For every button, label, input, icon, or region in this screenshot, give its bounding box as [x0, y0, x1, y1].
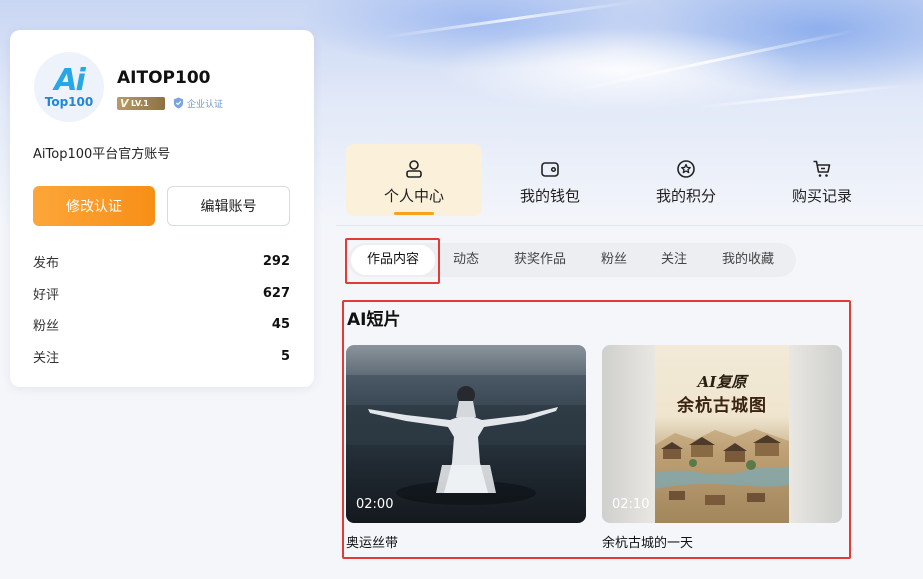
stat-label: 好评 — [33, 287, 60, 303]
nav-item-label: 我的钱包 — [519, 186, 580, 205]
nav-item-label: 个人中心 — [383, 186, 444, 205]
stat-label: 发布 — [33, 256, 60, 272]
subtab-following[interactable]: 关注 — [652, 243, 696, 277]
level-v-icon: V — [120, 97, 129, 110]
wallet-icon — [541, 161, 559, 177]
edit-account-button[interactable]: 编辑账号 — [167, 186, 290, 226]
nav-item-points[interactable]: 我的积分 — [618, 144, 754, 216]
subtab-activity[interactable]: 动态 — [444, 243, 488, 277]
profile-stats: 发布 292 好评 627 粉丝 45 关注 5 — [33, 246, 290, 372]
username: AITOP100 — [117, 68, 211, 88]
highlight-box-tab — [345, 238, 440, 284]
nav-item-purchase-history[interactable]: 购买记录 — [754, 144, 890, 216]
stat-value: 5 — [280, 348, 290, 364]
enterprise-badge: 企业认证 — [173, 96, 223, 110]
avatar-logo-subtext: Top100 — [44, 94, 94, 109]
profile-bio: AiTop100平台官方账号 — [33, 147, 171, 162]
stat-row-following[interactable]: 关注 5 — [33, 341, 290, 373]
stat-row-followers[interactable]: 粉丝 45 — [33, 309, 290, 341]
stat-value: 45 — [271, 317, 290, 333]
nav-item-label: 我的积分 — [655, 186, 716, 205]
shield-icon — [173, 97, 184, 109]
stat-label: 粉丝 — [33, 319, 60, 335]
subtab-fans[interactable]: 粉丝 — [592, 243, 636, 277]
active-indicator — [394, 212, 434, 215]
subtab-awards[interactable]: 获奖作品 — [506, 243, 574, 277]
nav-item-personal-center[interactable]: 个人中心 — [346, 144, 482, 216]
stat-row-likes[interactable]: 好评 627 — [33, 278, 290, 310]
profile-card: Ai Top100 AITOP100 V LV.1 企业认证 AiTop100平… — [10, 30, 314, 387]
stat-value: 627 — [262, 285, 290, 301]
subtab-favorites[interactable]: 我的收藏 — [714, 243, 782, 277]
level-badge-label: LV.1 — [131, 99, 149, 108]
nav-item-label: 购买记录 — [791, 186, 852, 205]
cart-icon — [813, 160, 831, 177]
star-badge-icon — [677, 159, 695, 178]
enterprise-badge-label: 企业认证 — [187, 99, 224, 110]
avatar-logo-text: Ai — [54, 62, 85, 98]
avatar[interactable]: Ai Top100 — [34, 52, 104, 122]
stat-label: 关注 — [33, 350, 60, 366]
nav-item-wallet[interactable]: 我的钱包 — [482, 144, 618, 216]
user-icon — [406, 159, 422, 178]
stat-row-posts[interactable]: 发布 292 — [33, 246, 290, 278]
edit-certification-button[interactable]: 修改认证 — [33, 186, 155, 226]
highlight-box-section — [342, 300, 851, 559]
level-badge: V LV.1 — [117, 97, 165, 110]
main-nav: 个人中心 我的钱包 我的积分 购买记录 — [346, 144, 923, 216]
nav-divider — [336, 225, 923, 226]
stat-value: 292 — [262, 254, 290, 270]
